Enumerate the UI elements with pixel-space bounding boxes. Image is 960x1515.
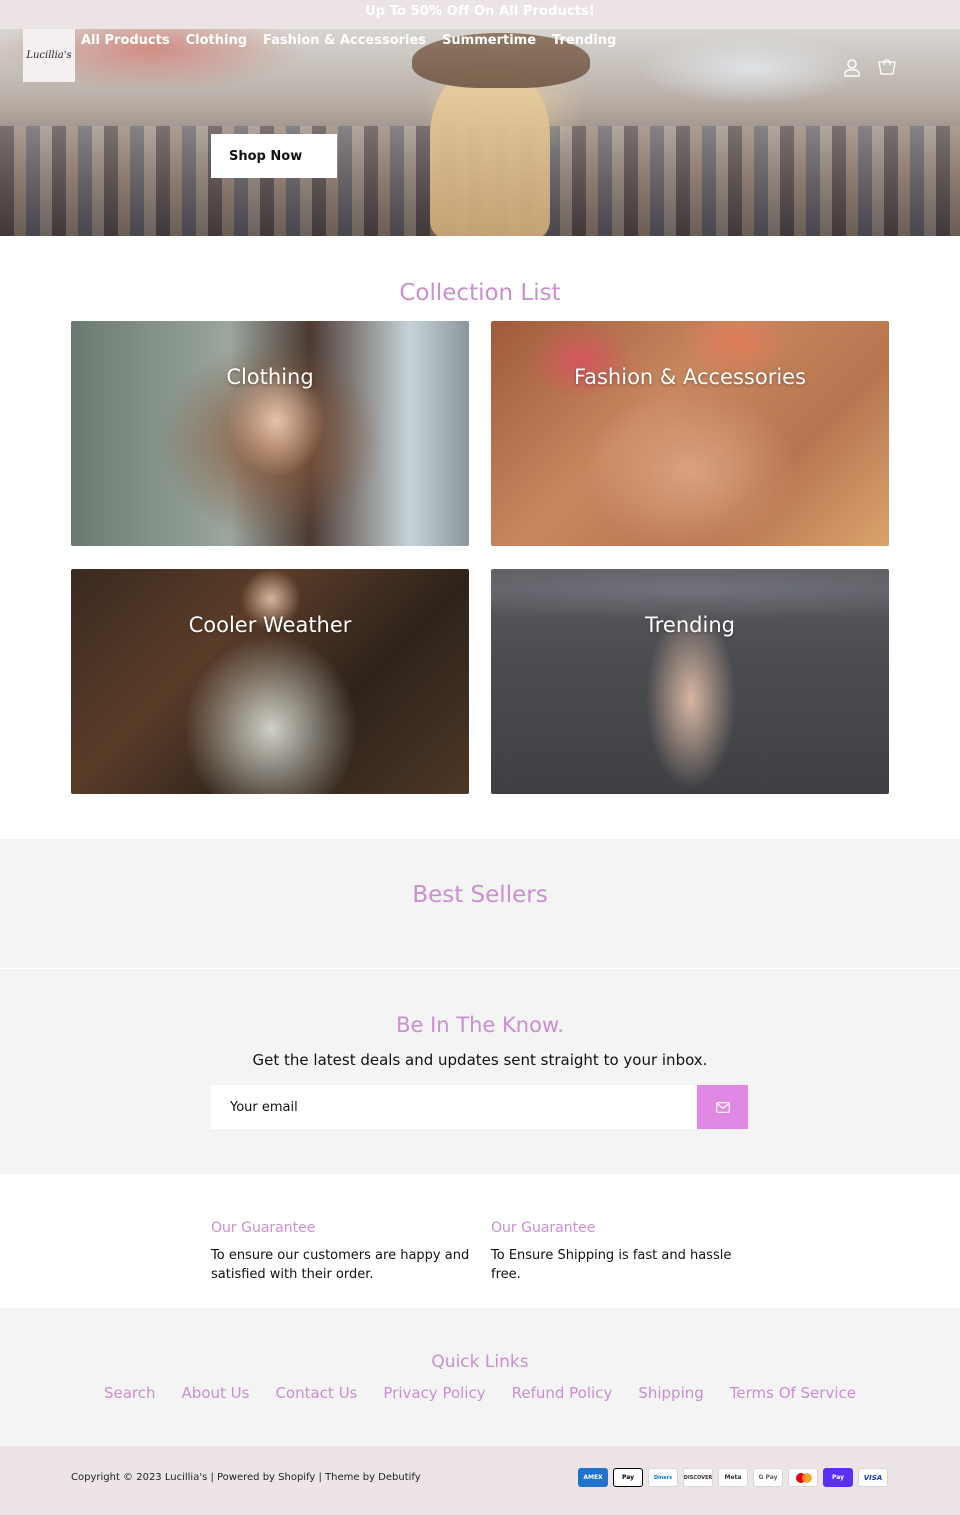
store-logo[interactable]: Lucillia's [23,29,75,82]
collection-tile-fashion-accessories[interactable]: Fashion & Accessories [491,321,889,546]
diners-club-icon: Diners [648,1468,678,1487]
link-about-us[interactable]: About Us [182,1384,250,1402]
hero-banner [0,29,960,236]
link-terms-of-service[interactable]: Terms Of Service [730,1384,856,1402]
nav-all-products[interactable]: All Products [81,32,170,50]
shop-pay-icon: Pay [823,1468,853,1487]
newsletter-title: Be In The Know. [396,1013,564,1037]
best-sellers-title: Best Sellers [412,882,548,908]
email-input[interactable] [211,1085,698,1129]
collection-tile-label: Trending [645,613,735,637]
copyright-text: Copyright © 2023 Lucillia's | Powered by… [71,1472,421,1483]
shop-now-button[interactable]: Shop Now [211,134,337,178]
best-sellers-section: Best Sellers [0,839,960,968]
account-icon[interactable] [842,58,862,78]
collection-tile-cooler-weather[interactable]: Cooler Weather [71,569,469,794]
guarantee-text: To Ensure Shipping is fast and hassle fr… [491,1248,732,1282]
nav-summertime[interactable]: Summertime [442,32,536,50]
meta-pay-icon: Meta [718,1468,748,1487]
newsletter-section: Be In The Know. Get the latest deals and… [0,969,960,1174]
amex-icon: AMEX [578,1468,608,1487]
nav-fashion-accessories[interactable]: Fashion & Accessories [263,32,426,50]
main-nav: All Products Clothing Fashion & Accessor… [81,32,632,50]
collection-tile-trending[interactable]: Trending [491,569,889,794]
subscribe-button[interactable] [697,1085,748,1129]
newsletter-subtitle: Get the latest deals and updates sent st… [252,1051,708,1069]
payment-icons: AMEX Pay Diners DISCOVER Meta G Pay Pay … [578,1468,888,1487]
announcement-bar: Up To 50% Off On All Products! [0,0,960,29]
site-footer: Copyright © 2023 Lucillia's | Powered by… [0,1446,960,1515]
guarantee-text: To ensure our customers are happy and sa… [211,1248,470,1282]
visa-icon: VISA [858,1468,888,1487]
collection-tile-clothing[interactable]: Clothing [71,321,469,546]
collection-tile-label: Fashion & Accessories [573,365,807,389]
guarantee-block: Our Guarantee To ensure our customers ar… [211,1220,471,1284]
quick-links-title: Quick Links [431,1352,529,1372]
discover-icon: DISCOVER [683,1468,713,1487]
logo-text: Lucillia's [26,50,72,61]
nav-clothing[interactable]: Clothing [186,32,247,50]
collection-tile-label: Cooler Weather [188,613,352,637]
collection-tile-label: Clothing [226,365,314,389]
link-search[interactable]: Search [104,1384,156,1402]
collection-list-title: Collection List [399,280,561,306]
guarantee-title: Our Guarantee [491,1220,596,1236]
link-refund-policy[interactable]: Refund Policy [512,1384,613,1402]
nav-trending[interactable]: Trending [552,32,616,50]
guarantee-block: Our Guarantee To Ensure Shipping is fast… [491,1220,751,1284]
cart-icon[interactable] [876,58,898,78]
announcement-text: Up To 50% Off On All Products! [365,4,595,19]
mail-icon [715,1101,730,1113]
apple-pay-icon: Pay [613,1468,643,1487]
quick-links-list: Search About Us Contact Us Privacy Polic… [0,1384,960,1402]
guarantee-title: Our Guarantee [211,1220,316,1236]
mastercard-icon [788,1468,818,1487]
link-privacy-policy[interactable]: Privacy Policy [383,1384,485,1402]
hero-figure [430,69,550,236]
link-contact-us[interactable]: Contact Us [275,1384,357,1402]
quick-links-section: Quick Links Search About Us Contact Us P… [0,1308,960,1446]
google-pay-icon: G Pay [753,1468,783,1487]
link-shipping[interactable]: Shipping [638,1384,703,1402]
